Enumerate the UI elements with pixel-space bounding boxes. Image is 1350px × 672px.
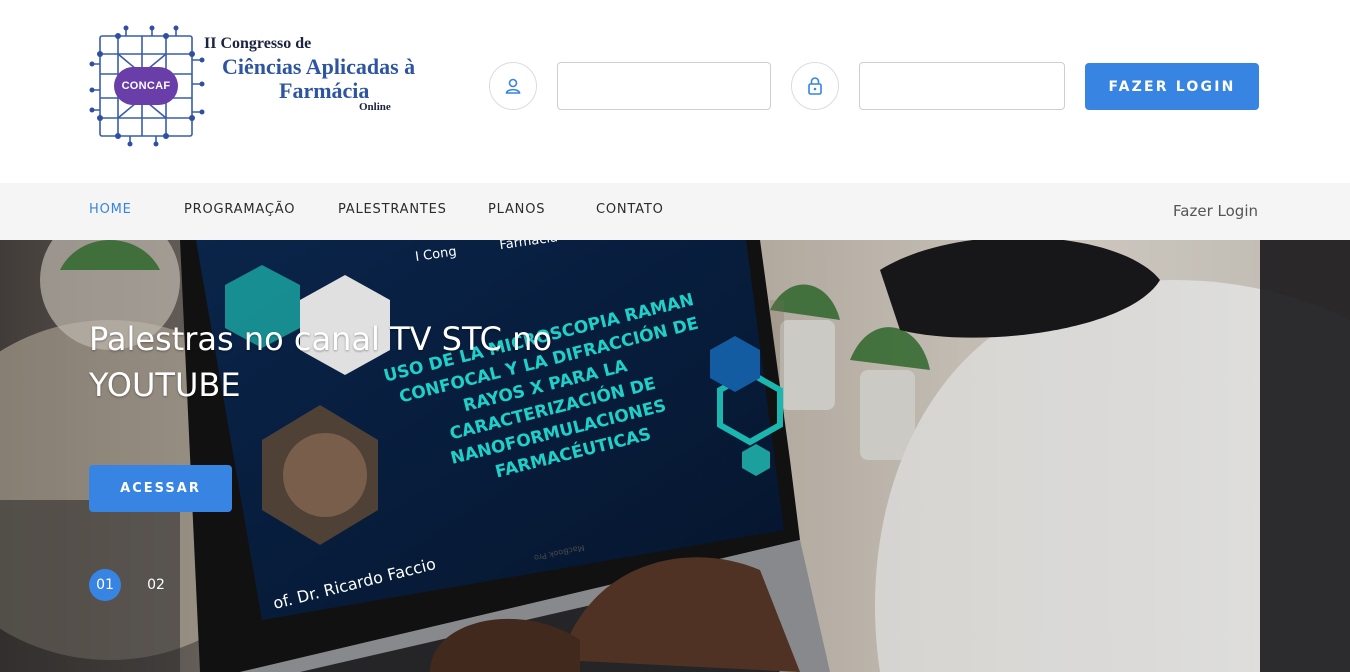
logo-text-line3: Farmácia xyxy=(279,78,370,103)
hero-title: Palestras no canal TV STC no YOUTUBE xyxy=(89,320,553,404)
logo-text-line2: Ciências Aplicadas à xyxy=(222,54,416,79)
concaf-logo[interactable]: CONCAF II Congresso de Ciências Aplicada… xyxy=(86,24,426,148)
site-header: CONCAF II Congresso de Ciências Aplicada… xyxy=(0,0,1350,183)
nav-item-programacao[interactable]: PROGRAMAÇÃO xyxy=(184,202,295,217)
username-input[interactable] xyxy=(557,62,771,110)
nav-item-contato[interactable]: CONTATO xyxy=(596,202,664,217)
acessar-button[interactable]: ACESSAR xyxy=(89,465,232,512)
lock-icon xyxy=(791,62,839,110)
slide-dot-02[interactable]: 02 xyxy=(140,569,172,601)
main-nav: HOME PROGRAMAÇÃO PALESTRANTES PLANOS CON… xyxy=(0,183,1350,240)
logo-badge: CONCAF xyxy=(121,80,171,92)
hero-background-image: USO DE LA MICROSCOPIA RAMAN CONFOCAL Y L… xyxy=(0,240,1350,672)
user-icon xyxy=(489,62,537,110)
logo-text-line4: Online xyxy=(359,101,391,113)
nav-login-link[interactable]: Fazer Login xyxy=(1173,202,1258,220)
nav-item-planos[interactable]: PLANOS xyxy=(488,202,545,217)
nav-item-palestrantes[interactable]: PALESTRANTES xyxy=(338,202,447,217)
nav-item-home[interactable]: HOME xyxy=(89,202,132,217)
hero-slider: USO DE LA MICROSCOPIA RAMAN CONFOCAL Y L… xyxy=(0,240,1350,672)
logo-text-line1: II Congresso de xyxy=(204,35,312,52)
password-input[interactable] xyxy=(859,62,1065,110)
slide-dot-01[interactable]: 01 xyxy=(89,569,121,601)
login-button[interactable]: FAZER LOGIN xyxy=(1085,63,1259,110)
